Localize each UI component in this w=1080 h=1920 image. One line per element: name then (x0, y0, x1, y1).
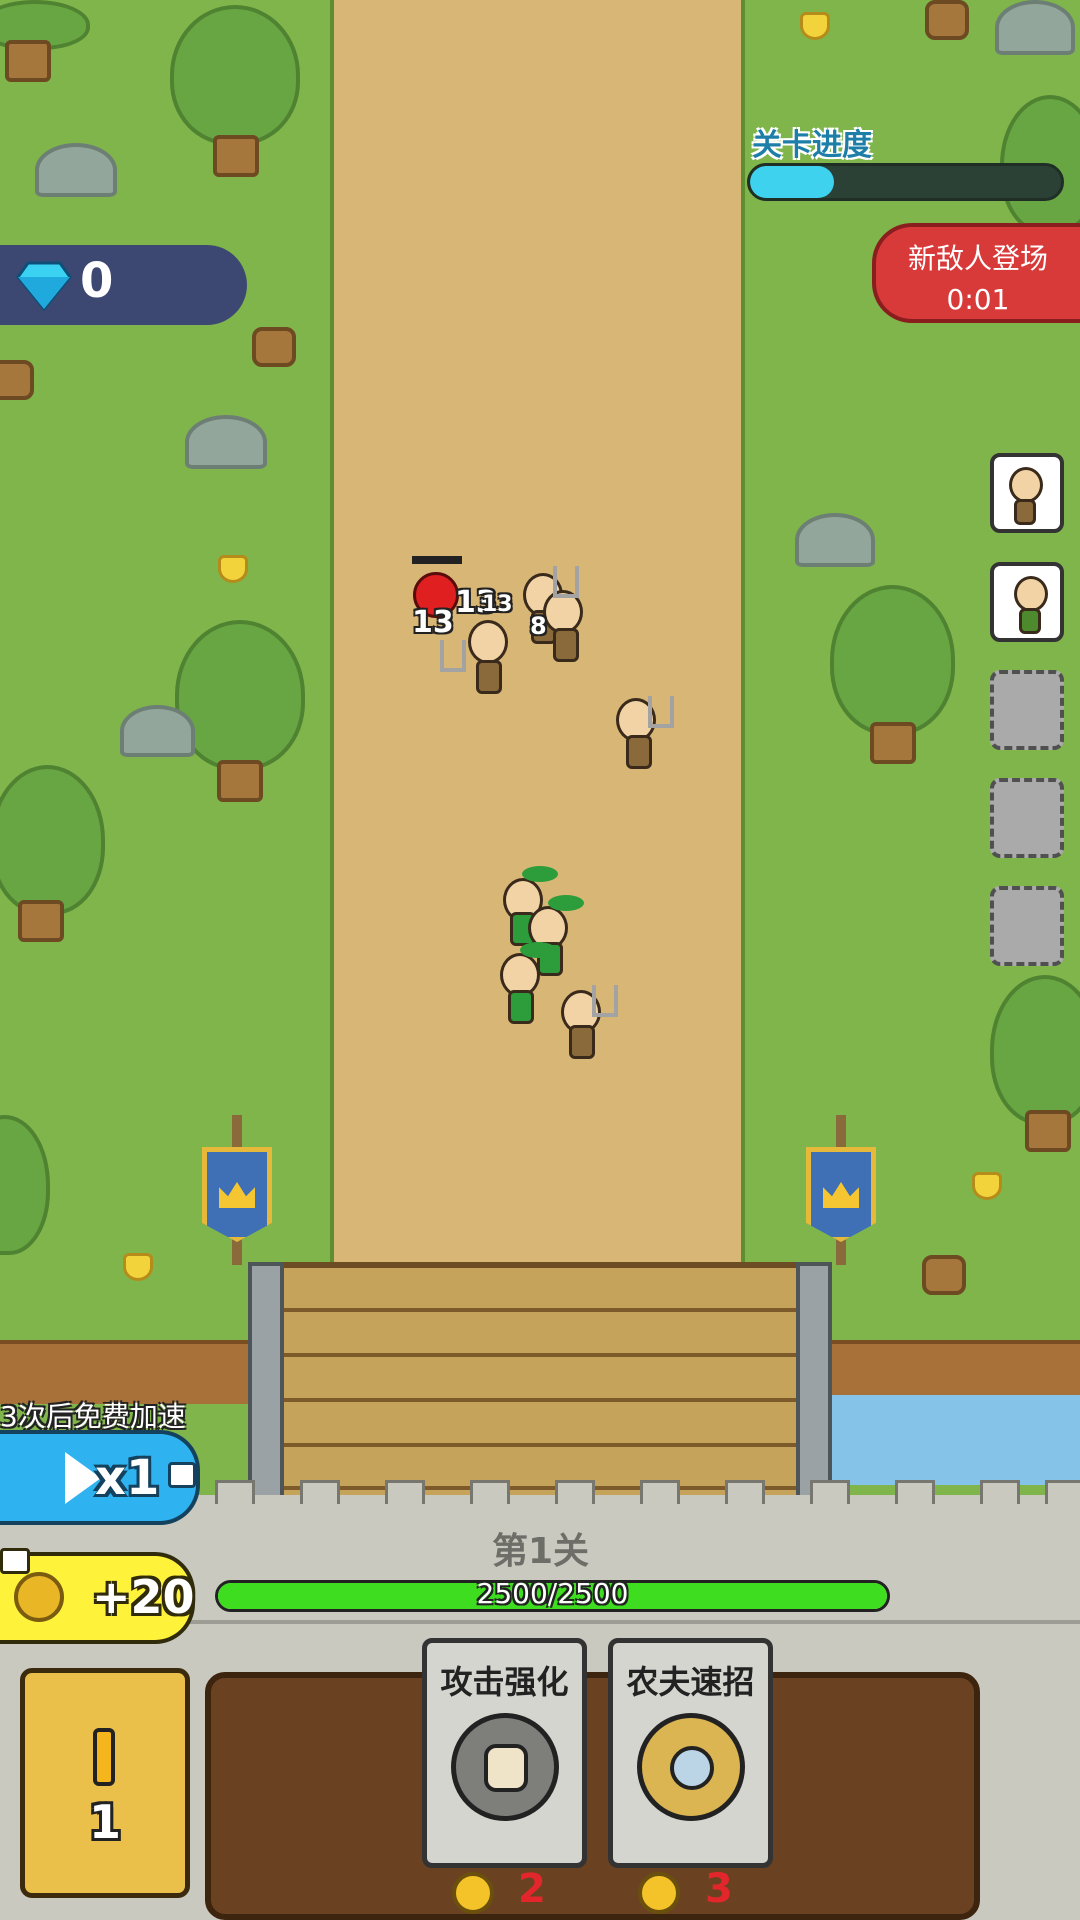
unit-slot-empty[interactable] (990, 778, 1064, 858)
card-cost: 2 (518, 1866, 546, 1912)
coin-stack-icon (93, 1728, 115, 1786)
coin-icon (14, 1572, 64, 1622)
battlement (640, 1480, 680, 1504)
card-cost: 3 (705, 1866, 733, 1912)
unit-slot-farmer[interactable] (990, 453, 1064, 533)
water (830, 1395, 1080, 1485)
new-enemy-timer: 0:01 (946, 283, 1010, 316)
damage-number: 13 (482, 592, 513, 617)
battlement (215, 1480, 255, 1504)
card-title: 攻击强化 (440, 1663, 569, 1701)
battlement (555, 1480, 595, 1504)
card-farmer-recruit[interactable]: 农夫速招 (608, 1638, 773, 1868)
video-icon (168, 1462, 196, 1488)
speed-label: x1 (95, 1450, 160, 1506)
unit-slot-empty[interactable] (990, 886, 1064, 966)
coin-icon (452, 1872, 494, 1914)
banner-right (806, 1147, 876, 1242)
crown-icon (219, 1182, 255, 1208)
rock (35, 143, 117, 197)
chain-post-right (796, 1262, 832, 1502)
card-title: 农夫速招 (626, 1663, 755, 1701)
coin-card-count: 1 (88, 1795, 121, 1849)
coin-reward-label: +20 (92, 1570, 195, 1624)
unit-slot-empty[interactable] (990, 670, 1064, 750)
coin-icon (638, 1872, 680, 1914)
level-progress-label: 关卡进度 (752, 128, 872, 163)
rock (185, 415, 267, 469)
battlement (300, 1480, 340, 1504)
battlement (725, 1480, 765, 1504)
card-tray (205, 1672, 980, 1920)
speed-hint: 3次后免费加速 (0, 1400, 186, 1433)
level-progress-bar (747, 163, 1064, 201)
unit-slot-farmer-worker[interactable] (990, 562, 1064, 642)
video-icon (0, 1548, 30, 1574)
battlement (810, 1480, 850, 1504)
flower (123, 1253, 153, 1281)
battlement (1045, 1480, 1080, 1504)
stump (922, 1255, 966, 1295)
flower (800, 12, 830, 40)
drawbridge (265, 1262, 815, 1512)
banner-left (202, 1147, 272, 1242)
fist-icon (451, 1713, 559, 1821)
new-enemy-panel: 新敌人登场 0:01 (872, 223, 1080, 323)
battlement (385, 1480, 425, 1504)
rock (120, 705, 195, 757)
stump (925, 0, 969, 40)
flower (972, 1172, 1002, 1200)
castle-hp-text: 2500/2500 (476, 1577, 629, 1610)
damage-number: 13 (412, 605, 454, 640)
level-progress-fill (750, 166, 834, 198)
stopwatch-icon (637, 1713, 745, 1821)
rock (995, 0, 1075, 55)
new-enemy-label: 新敌人登场 (907, 242, 1048, 275)
gem-count: 0 (80, 253, 114, 309)
chain-post-left (248, 1262, 284, 1502)
level-title: 第1关 (492, 1531, 590, 1572)
battlement (895, 1480, 935, 1504)
rock (795, 513, 875, 567)
stump (0, 360, 34, 400)
damage-number: 8 (530, 612, 547, 640)
stump (252, 327, 296, 367)
diamond-icon (16, 261, 72, 312)
card-attack-boost[interactable]: 攻击强化 (422, 1638, 587, 1868)
flower (218, 555, 248, 583)
battlement (470, 1480, 510, 1504)
battlement (980, 1480, 1020, 1504)
crown-icon (823, 1182, 859, 1208)
